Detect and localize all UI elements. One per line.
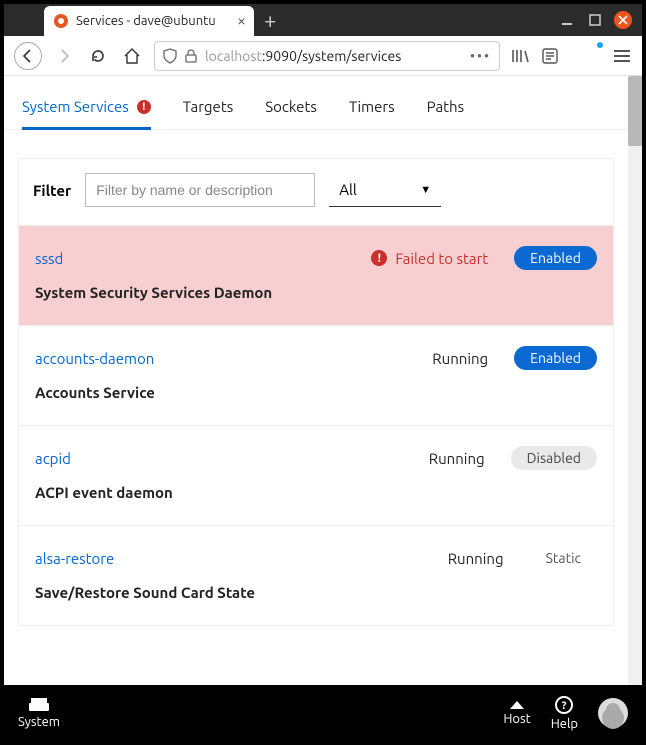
page-actions-icon[interactable]: ••• (470, 48, 491, 64)
maximize-button[interactable] (586, 11, 604, 29)
close-tab-icon[interactable]: × (237, 12, 246, 30)
tab-sockets[interactable]: Sockets (265, 98, 317, 129)
new-tab-button[interactable]: + (254, 8, 286, 33)
browser-tab-active[interactable]: Services - dave@ubuntu × (44, 6, 254, 36)
account-icon[interactable] (570, 43, 602, 69)
startup-badge: Static (530, 546, 597, 570)
startup-badge: Enabled (514, 246, 597, 270)
browser-toolbar: localhost:9090/system/services ••• (4, 36, 642, 76)
bottom-help-label: Help (551, 717, 578, 731)
help-icon: ? (554, 695, 574, 715)
url-text: localhost:9090/system/services (205, 48, 401, 64)
filter-label: Filter (33, 182, 71, 199)
alert-icon: ! (137, 100, 151, 114)
error-icon: ! (371, 250, 387, 266)
shield-icon (163, 48, 177, 64)
service-description: Save/Restore Sound Card State (35, 584, 597, 601)
browser-titlebar: Services - dave@ubuntu × + (4, 4, 642, 36)
url-path: :9090/system/services (262, 48, 401, 64)
service-status: Running (448, 550, 530, 567)
scrollbar-track[interactable] (628, 76, 642, 685)
chevron-up-icon (509, 700, 525, 710)
forward-button[interactable] (52, 44, 76, 68)
service-row-accounts-daemon[interactable]: accounts-daemonRunning Enabled Accounts Se… (19, 325, 613, 425)
filter-select[interactable]: All ▼ (329, 173, 441, 207)
home-button[interactable] (120, 44, 144, 68)
service-status-text: Running (448, 550, 504, 567)
filter-select-value: All (339, 181, 357, 198)
minimize-button[interactable] (558, 11, 576, 29)
service-type-tabs: System Services! Targets Sockets Timers Path… (4, 76, 628, 130)
service-name[interactable]: alsa-restore (35, 550, 448, 567)
service-row-alsa-restore[interactable]: alsa-restoreRunning Static Save/Restore So… (19, 525, 613, 625)
service-status: Running (432, 350, 514, 367)
reader-icon[interactable] (540, 48, 560, 64)
svg-text:?: ? (562, 700, 567, 712)
scrollbar-thumb[interactable] (628, 76, 642, 146)
caret-down-icon: ▼ (420, 184, 431, 196)
service-status-text: Failed to start (395, 250, 488, 267)
tab-label: Paths (427, 98, 465, 115)
tab-label: Timers (349, 98, 395, 115)
tab-paths[interactable]: Paths (427, 98, 465, 129)
page-content: System Services! Targets Sockets Timers Path… (4, 76, 642, 685)
service-description: System Security Services Daemon (35, 284, 597, 301)
ubuntu-favicon-icon (54, 14, 68, 28)
app-window: Services - dave@ubuntu × + (0, 0, 646, 745)
tab-label: System Services (22, 98, 129, 115)
reload-button[interactable] (86, 44, 110, 68)
library-icon[interactable] (510, 48, 530, 64)
service-description: Accounts Service (35, 384, 597, 401)
bottom-host-label: Host (503, 712, 530, 726)
filter-row: Filter All ▼ (19, 159, 613, 225)
service-status-text: Running (432, 350, 488, 367)
lock-icon (185, 49, 197, 63)
tab-timers[interactable]: Timers (349, 98, 395, 129)
tab-label: Targets (183, 98, 233, 115)
filter-input[interactable] (85, 173, 315, 207)
service-status: ! Failed to start (371, 250, 514, 267)
url-bar[interactable]: localhost:9090/system/services ••• (154, 41, 500, 71)
service-status: Running (429, 450, 511, 467)
tab-system-services[interactable]: System Services! (22, 98, 151, 130)
startup-badge: Enabled (514, 346, 597, 370)
hamburger-icon (614, 50, 630, 62)
url-host: localhost (205, 48, 262, 64)
service-row-acpid[interactable]: acpidRunning Disabled ACPI event daemon (19, 425, 613, 525)
bottom-bar: System Host ? Help (4, 685, 642, 741)
services-list: sssd! Failed to start Enabled System Securi… (19, 225, 613, 625)
browser-tabstrip: Services - dave@ubuntu × + (4, 4, 286, 36)
menu-button[interactable] (612, 50, 632, 62)
bottom-system-button[interactable]: System (18, 697, 60, 729)
tab-label: Sockets (265, 98, 317, 115)
service-name[interactable]: accounts-daemon (35, 350, 432, 367)
browser-tab-title: Services - dave@ubuntu (76, 14, 229, 28)
bottom-host-button[interactable]: Host (503, 700, 530, 726)
service-description: ACPI event daemon (35, 484, 597, 501)
services-panel: Filter All ▼ sssd! Failed to start Enabled… (18, 158, 614, 626)
window-controls (558, 11, 642, 29)
bottom-system-label: System (18, 715, 60, 729)
bottom-help-button[interactable]: ? Help (551, 695, 578, 731)
service-name[interactable]: sssd (35, 250, 371, 267)
service-status-text: Running (429, 450, 485, 467)
user-avatar[interactable] (598, 698, 628, 728)
service-name[interactable]: acpid (35, 450, 429, 467)
back-button[interactable] (14, 42, 42, 70)
tab-targets[interactable]: Targets (183, 98, 233, 129)
close-window-button[interactable] (614, 11, 632, 29)
startup-badge: Disabled (511, 446, 597, 470)
drive-icon (28, 697, 50, 713)
service-row-sssd[interactable]: sssd! Failed to start Enabled System Securi… (19, 225, 613, 325)
